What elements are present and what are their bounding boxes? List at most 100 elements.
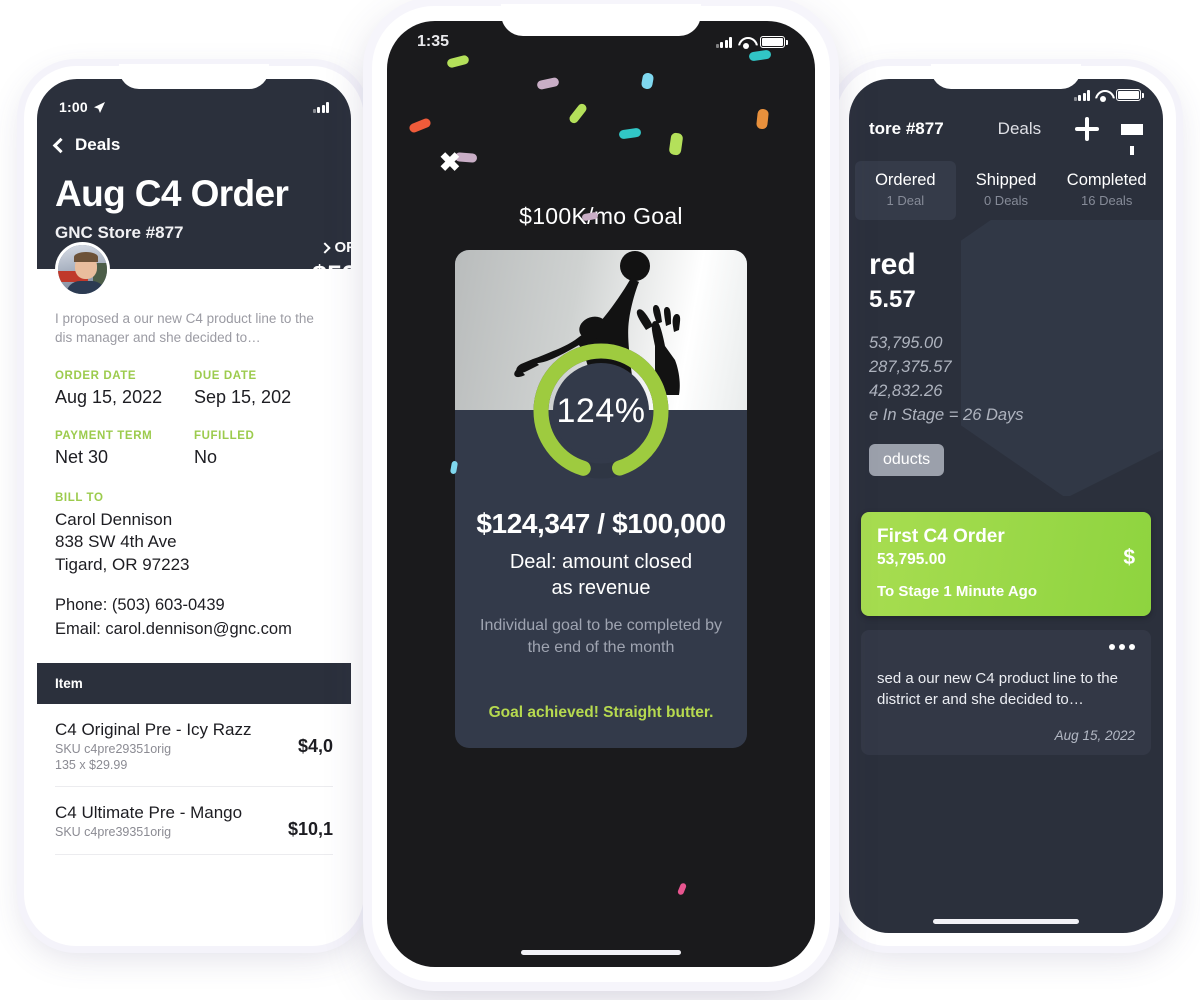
- field-label: PAYMENT TERM: [55, 429, 153, 442]
- field-value-payment: Net 30: [55, 446, 109, 467]
- order-amount-value: $53: [311, 260, 351, 290]
- table-row[interactable]: C4 Ultimate Pre - Mango SKU c4pre39351or…: [55, 787, 333, 856]
- bill-to-email[interactable]: Email: carol.dennison@gnc.com: [55, 618, 333, 641]
- bill-to-name: Carol Dennison: [55, 509, 173, 529]
- item-sku: SKU c4pre29351orig: [55, 742, 172, 757]
- center-phone-frame: 1:35 ✖ $100K/mo Goal 124% $124,347 / $10…: [372, 4, 830, 982]
- field-payment-term: PAYMENT TERM Net 30: [55, 430, 194, 468]
- deal-stage-tabs: Ordered 1 Deal Shipped 0 Deals Completed…: [849, 161, 1163, 220]
- battery-icon: [1116, 89, 1144, 101]
- progress-amount: $124,347 / $100,000: [476, 508, 726, 539]
- bill-to-phone[interactable]: Phone: (503) 603-0439: [55, 594, 333, 617]
- item-name: C4 Ultimate Pre - Mango: [55, 803, 243, 823]
- stage-stats: 53,795.00 287,375.57 42,832.26 e In Stag…: [869, 332, 1143, 428]
- avatar: [55, 241, 110, 297]
- deal-comment: I proposed a our new C4 product line to …: [55, 310, 314, 346]
- tab-shipped[interactable]: Shipped 0 Deals: [956, 161, 1057, 220]
- center-status-time: 1:35: [417, 33, 450, 50]
- tab-label: Shipped: [975, 171, 1037, 189]
- deal-card-amount: 53,795.00: [877, 550, 946, 568]
- field-due-date: DUE DATE Sep 15, 202: [194, 370, 333, 408]
- items-table-header: Item: [37, 663, 351, 705]
- screenshot-stage: 1:00 Deals Aug C4 Order GNC Store #877 O…: [0, 0, 1200, 1000]
- deal-card-stage-text: To Stage 1 Minute Ago: [877, 582, 1037, 600]
- center-home-indicator[interactable]: [521, 950, 681, 955]
- right-phone-notch: [931, 64, 1081, 89]
- order-amount-label: OR: [334, 239, 352, 256]
- stat-line: e In Stage = 26 Days: [869, 405, 1024, 424]
- tab-count: 1 Deal: [886, 193, 925, 208]
- left-phone-notch: [119, 64, 269, 89]
- products-button[interactable]: oducts: [869, 443, 945, 476]
- tab-count: 0 Deals: [983, 193, 1029, 208]
- signal-icon: [715, 36, 732, 48]
- item-price: $4,0: [297, 736, 333, 757]
- stage-name: red: [869, 248, 916, 281]
- field-label: ORDER DATE: [55, 369, 137, 382]
- tab-ordered[interactable]: Ordered 1 Deal: [855, 161, 956, 220]
- bill-to-block: BILL TO Carol Dennison 838 SW 4th Ave Ti…: [55, 492, 333, 641]
- chevron-left-icon: [52, 137, 69, 153]
- dollar-icon: $: [1123, 545, 1135, 569]
- bill-to-city: Tigard, OR 97223: [55, 554, 190, 574]
- left-status-icons: [312, 101, 329, 113]
- progress-metric: Deal: amount closed as revenue: [455, 550, 747, 601]
- note-line-1: Individual goal to be completed by: [480, 617, 722, 635]
- left-phone-frame: 1:00 Deals Aug C4 Order GNC Store #877 O…: [24, 64, 364, 946]
- note-line-2: the end of the month: [527, 638, 675, 656]
- signal-icon: [1073, 89, 1090, 101]
- left-phone-screen: 1:00 Deals Aug C4 Order GNC Store #877 O…: [37, 79, 351, 933]
- close-x-icon[interactable]: ✖: [439, 149, 461, 175]
- table-row[interactable]: C4 Original Pre - Icy Razz SKU c4pre2935…: [55, 704, 333, 788]
- deal-fields: ORDER DATE Aug 15, 2022 DUE DATE Sep 15,…: [55, 370, 333, 490]
- wifi-icon: [1095, 89, 1111, 102]
- field-value: Sep 15, 202: [194, 386, 292, 407]
- left-deal-body: I proposed a our new C4 product line to …: [37, 268, 351, 856]
- metric-line-1: Deal: amount closed: [509, 551, 693, 573]
- right-home-indicator[interactable]: [933, 919, 1079, 924]
- left-status-bar: 1:00: [55, 93, 333, 117]
- field-value: Aug 15, 2022: [55, 386, 163, 407]
- stat-line: 287,375.57: [869, 357, 952, 376]
- field-fulfilled: FUFILLED No: [194, 430, 333, 468]
- progress-percent: 124%: [556, 391, 646, 430]
- back-button[interactable]: Deals: [52, 135, 333, 155]
- back-label: Deals: [75, 135, 121, 154]
- nav-title: Deals: [997, 119, 1042, 138]
- filter-icon[interactable]: [1121, 123, 1143, 155]
- chevron-right-icon: [318, 241, 331, 254]
- note-date: Aug 15, 2022: [1054, 728, 1135, 744]
- battery-icon: [760, 36, 788, 48]
- field-order-date: ORDER DATE Aug 15, 2022: [55, 370, 194, 408]
- center-phone-notch: [501, 4, 701, 36]
- stage-amount: 5.57: [869, 286, 916, 313]
- goal-modal: 124% $124,347 / $100,000 Deal: amount cl…: [455, 250, 747, 749]
- note-card[interactable]: sed a our new C4 product line to the dis…: [861, 629, 1151, 756]
- item-sku: SKU c4pre39351orig: [55, 825, 172, 840]
- deal-card-title: First C4 Order: [877, 525, 1005, 547]
- metric-line-2: as revenue: [551, 576, 651, 599]
- field-label: DUE DATE: [194, 369, 257, 382]
- more-dots-icon[interactable]: [1109, 643, 1135, 650]
- page-title: Aug C4 Order: [55, 173, 289, 214]
- stage-summary: red 5.57 53,795.00 287,375.57 42,832.26 …: [849, 220, 1163, 496]
- item-price: $10,1: [287, 819, 333, 840]
- left-status-time: 1:00: [59, 99, 88, 115]
- bill-to-label: BILL TO: [55, 491, 104, 504]
- deal-card[interactable]: First C4 Order 53,795.00 To Stage 1 Minu…: [861, 511, 1151, 616]
- right-nav-bar: tore #877 Deals: [849, 101, 1163, 155]
- tab-label: Completed: [1066, 171, 1147, 189]
- note-text: sed a our new C4 product line to the dis…: [877, 669, 1118, 708]
- stat-line: 53,795.00: [869, 334, 943, 352]
- order-amount-block[interactable]: OR $53: [312, 239, 351, 291]
- right-phone-frame: tore #877 Deals Ordered 1 Deal Shipped 0…: [836, 64, 1176, 946]
- right-phone-screen: tore #877 Deals Ordered 1 Deal Shipped 0…: [849, 79, 1163, 933]
- stat-line: 42,832.26: [869, 381, 943, 400]
- wifi-icon: [738, 36, 754, 49]
- center-phone-screen: 1:35 ✖ $100K/mo Goal 124% $124,347 / $10…: [387, 21, 815, 967]
- field-value: No: [194, 446, 218, 467]
- field-label: FUFILLED: [194, 429, 255, 442]
- progress-note: Individual goal to be completed by the e…: [455, 615, 747, 658]
- tab-completed[interactable]: Completed 16 Deals: [1056, 161, 1157, 220]
- plus-icon[interactable]: [1075, 117, 1099, 141]
